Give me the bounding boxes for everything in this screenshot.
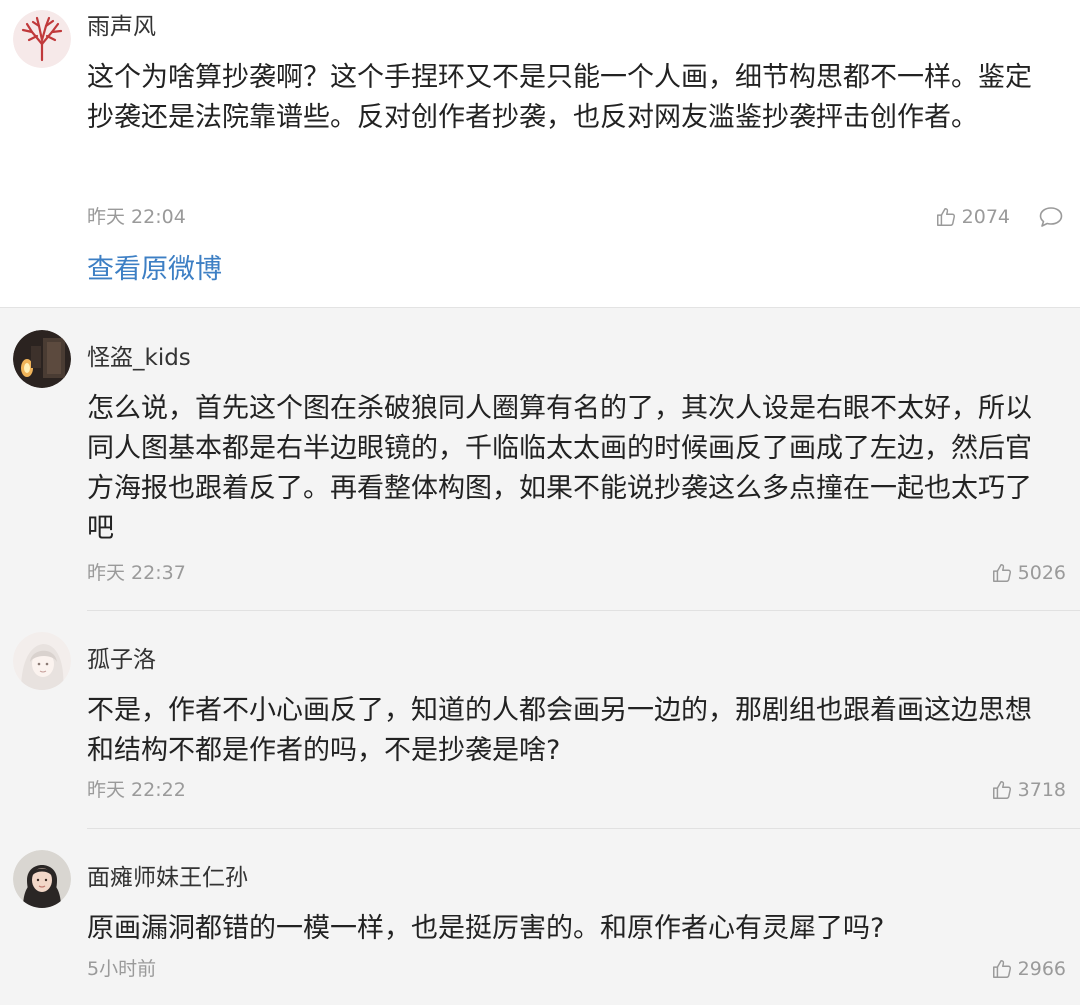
comment-bubble-icon[interactable] bbox=[1038, 205, 1064, 229]
comment-item: 雨声风 这个为啥算抄袭啊？这个手捏环又不是只能一个人画，细节构思都不一样。鉴定抄… bbox=[0, 0, 1080, 308]
like-button[interactable]: 5026 bbox=[991, 558, 1066, 588]
thumbs-up-icon bbox=[992, 564, 1011, 582]
thumbs-up-icon bbox=[992, 781, 1011, 799]
username[interactable]: 雨声风 bbox=[87, 12, 156, 42]
thumbs-up-icon bbox=[936, 208, 955, 226]
comment-item: 面瘫师妹王仁孙 原画漏洞都错的一模一样，也是挺厉害的。和原作者心有灵犀了吗? 5… bbox=[0, 828, 1080, 1005]
timestamp: 5小时前 bbox=[87, 958, 157, 980]
avatar[interactable] bbox=[13, 10, 71, 68]
like-button[interactable]: 2966 bbox=[991, 954, 1066, 984]
thumbs-up-icon bbox=[992, 960, 1011, 978]
comment-text: 不是，作者不小心画反了，知道的人都会画另一边的，那剧组也跟着画这边思想和结构不都… bbox=[87, 695, 1032, 766]
comment-text: 原画漏洞都错的一模一样，也是挺厉害的。和原作者心有灵犀了吗? bbox=[87, 913, 885, 944]
timestamp: 昨天 22:04 bbox=[87, 206, 186, 228]
username[interactable]: 孤子洛 bbox=[87, 645, 156, 675]
avatar[interactable] bbox=[13, 632, 71, 690]
comment-text: 怎么说，首先这个图在杀破狼同人圈算有名的了，其次人设是右眼不太好，所以同人图基本… bbox=[87, 393, 1032, 544]
like-count: 2074 bbox=[961, 206, 1010, 228]
username[interactable]: 怪盗_kids bbox=[87, 343, 191, 373]
like-button[interactable]: 3718 bbox=[991, 775, 1066, 805]
comment-item: 孤子洛 不是，作者不小心画反了，知道的人都会画另一边的，那剧组也跟着画这边思想和… bbox=[0, 610, 1080, 828]
username[interactable]: 面瘫师妹王仁孙 bbox=[87, 863, 248, 893]
like-count: 3718 bbox=[1017, 779, 1066, 801]
timestamp: 昨天 22:22 bbox=[87, 779, 186, 801]
comment-text: 这个为啥算抄袭啊？这个手捏环又不是只能一个人画，细节构思都不一样。鉴定抄袭还是法… bbox=[87, 62, 1032, 133]
like-button[interactable]: 2074 bbox=[935, 202, 1010, 232]
timestamp: 昨天 22:37 bbox=[87, 562, 186, 584]
avatar[interactable] bbox=[13, 330, 71, 388]
comment-item: 怪盗_kids 怎么说，首先这个图在杀破狼同人圈算有名的了，其次人设是右眼不太好… bbox=[0, 308, 1080, 610]
comment-meta: 昨天 22:04 2074 bbox=[87, 202, 1080, 232]
like-count: 5026 bbox=[1017, 562, 1066, 584]
view-original-weibo-link[interactable]: 查看原微博 bbox=[87, 252, 222, 288]
avatar[interactable] bbox=[13, 850, 71, 908]
like-count: 2966 bbox=[1017, 958, 1066, 980]
comment-meta: 昨天 22:37 5026 bbox=[87, 558, 1080, 588]
comment-meta: 5小时前 2966 bbox=[87, 954, 1080, 984]
comment-meta: 昨天 22:22 3718 bbox=[87, 775, 1080, 805]
